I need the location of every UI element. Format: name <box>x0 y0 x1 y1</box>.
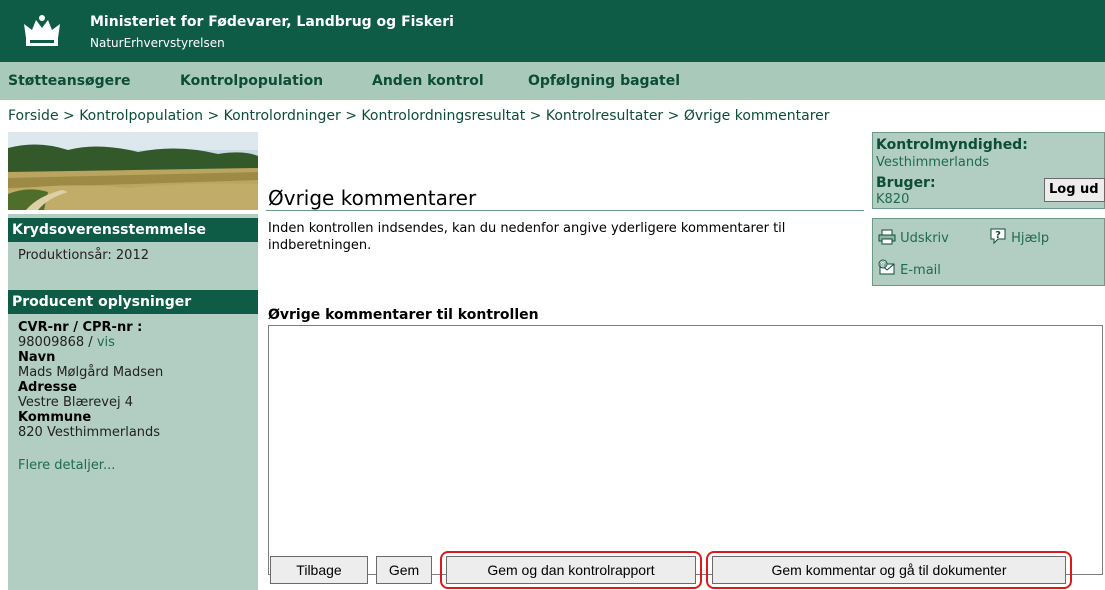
crown-icon <box>24 15 60 46</box>
sidebar-heading-producer: Producent oplysninger <box>8 290 258 314</box>
email-icon: @ <box>878 259 895 275</box>
user-value: K820 <box>876 192 910 207</box>
title-divider <box>266 210 864 211</box>
sidebar-heading-cross-compliance: Krydsoverensstemmelse <box>8 218 258 242</box>
logout-button[interactable]: Log ud <box>1044 178 1105 202</box>
back-button[interactable]: Tilbage <box>270 556 368 584</box>
municipality-value: 820 Vesthimmerlands <box>18 425 161 440</box>
print-label: Udskriv <box>900 231 949 246</box>
help-icon: ? <box>990 228 1006 245</box>
print-link[interactable]: Udskriv <box>878 229 949 246</box>
save-and-create-report-button[interactable]: Gem og dan kontrolrapport <box>446 556 696 584</box>
nav-kontrolpopulation[interactable]: Kontrolpopulation <box>180 73 323 89</box>
printer-icon <box>878 229 896 245</box>
comments-textarea[interactable] <box>268 325 1103 575</box>
save-button[interactable]: Gem <box>376 556 432 584</box>
more-details-link[interactable]: Flere detaljer... <box>18 458 115 473</box>
nav-opfolgning-bagatel[interactable]: Opfølgning bagatel <box>528 73 680 89</box>
page-title: Øvrige kommentarer <box>268 186 477 210</box>
address-label: Adresse <box>18 380 77 395</box>
comments-label: Øvrige kommentarer til kontrollen <box>268 307 539 323</box>
breadcrumb[interactable]: Forside > Kontrolpopulation > Kontrolord… <box>8 108 830 124</box>
agency-name: NaturErhvervstyrelsen <box>90 36 225 50</box>
nav-stotteansogere[interactable]: Støtteansøgere <box>8 73 131 89</box>
site-header: Ministeriet for Fødevarer, Landbrug og F… <box>0 0 1105 62</box>
cvr-value: 98009868 / vis <box>18 335 115 350</box>
help-label: Hjælp <box>1011 231 1050 246</box>
svg-text:@: @ <box>880 261 887 269</box>
cvr-number: 98009868 / <box>18 335 97 350</box>
cvr-show-link[interactable]: vis <box>97 335 115 350</box>
help-link[interactable]: ? Hjælp <box>989 227 1049 246</box>
municipality-label: Kommune <box>18 410 92 425</box>
production-year: Produktionsår: 2012 <box>18 248 149 263</box>
authority-value: Vesthimmerlands <box>876 155 990 170</box>
save-and-go-to-documents-button[interactable]: Gem kommentar og gå til dokumenter <box>712 556 1066 584</box>
main-navigation: Støtteansøgere Kontrolpopulation Anden k… <box>0 62 1105 100</box>
svg-text:?: ? <box>995 230 1001 241</box>
cvr-label: CVR-nr / CPR-nr : <box>18 320 143 335</box>
intro-text: Inden kontrollen indsendes, kan du neden… <box>268 221 786 253</box>
email-label: E-mail <box>900 263 941 278</box>
ministry-name: Ministeriet for Fødevarer, Landbrug og F… <box>90 14 454 30</box>
name-value: Mads Mølgård Madsen <box>18 365 164 380</box>
landscape-image <box>8 132 258 210</box>
user-label: Bruger: <box>876 175 936 191</box>
nav-anden-kontrol[interactable]: Anden kontrol <box>372 73 484 89</box>
tools-box: Udskriv ? Hjælp @ E-mail <box>872 218 1105 286</box>
address-value: Vestre Blærevej 4 <box>18 395 134 410</box>
authority-label: Kontrolmyndighed: <box>876 137 1028 153</box>
email-link[interactable]: @ E-mail <box>878 259 941 278</box>
name-label: Navn <box>18 350 56 365</box>
